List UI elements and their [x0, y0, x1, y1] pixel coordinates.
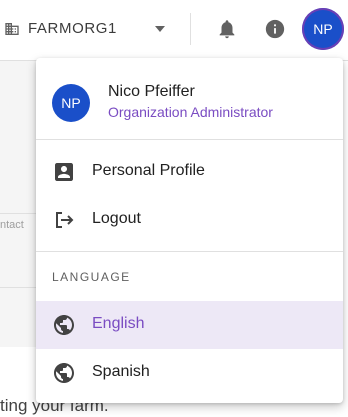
caret-down-icon[interactable]: [155, 26, 165, 32]
menu-item-label: Personal Profile: [92, 162, 205, 179]
globe-icon: [54, 363, 74, 383]
menu-item-label: Logout: [92, 210, 141, 227]
language-option-english[interactable]: English: [36, 301, 343, 349]
background-panel: ntact: [0, 61, 36, 347]
account-menu: NP Nico Pfeiffer Organization Administra…: [36, 58, 343, 403]
user-role: Organization Administrator: [108, 104, 273, 120]
menu-item-logout[interactable]: Logout: [36, 196, 343, 244]
language-option-label: English: [92, 315, 145, 332]
info-icon[interactable]: [264, 18, 286, 40]
user-name: Nico Pfeiffer: [108, 83, 195, 100]
top-app-bar: FARMORG1 NP: [0, 0, 348, 61]
language-section-label: LANGUAGE: [52, 270, 131, 284]
background-divider: [0, 287, 36, 288]
menu-user-header: NP Nico Pfeiffer Organization Administra…: [36, 58, 343, 138]
language-option-spanish[interactable]: Spanish: [36, 349, 343, 397]
background-contact-text: ntact: [0, 219, 24, 231]
toolbar-divider: [190, 13, 191, 45]
language-option-label: Spanish: [92, 363, 150, 380]
menu-divider: [36, 139, 343, 140]
avatar: NP: [52, 84, 90, 122]
account-box-icon: [55, 163, 73, 181]
user-avatar-button[interactable]: NP: [302, 8, 344, 50]
background-divider: [0, 213, 36, 214]
menu-item-personal-profile[interactable]: Personal Profile: [36, 148, 343, 196]
menu-divider: [36, 251, 343, 252]
globe-icon: [54, 315, 74, 335]
building-icon: [5, 23, 19, 35]
logout-icon: [56, 212, 74, 228]
bell-icon[interactable]: [216, 18, 238, 40]
organization-name[interactable]: FARMORG1: [28, 20, 117, 37]
